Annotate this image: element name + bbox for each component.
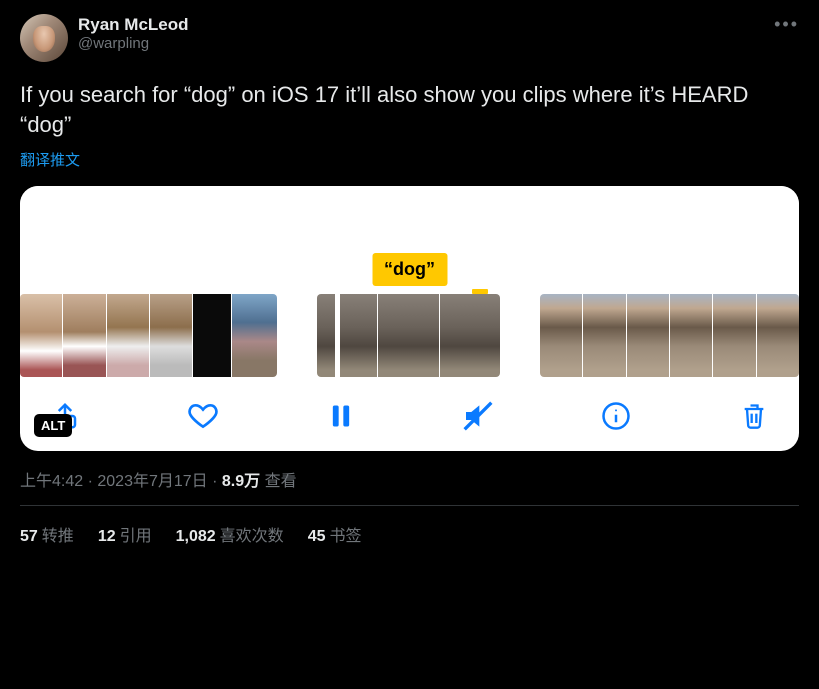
heart-icon[interactable] xyxy=(186,399,220,433)
likes-stat[interactable]: 1,082喜欢次数 xyxy=(176,522,284,546)
tweet-text: If you search for “dog” on iOS 17 it’ll … xyxy=(20,80,799,139)
clip-group[interactable] xyxy=(317,294,500,377)
bookmarks-stat[interactable]: 45书签 xyxy=(308,522,362,546)
pause-icon[interactable] xyxy=(324,399,358,433)
translate-link[interactable]: 翻译推文 xyxy=(20,149,80,170)
search-term-pill: “dog” xyxy=(372,253,447,286)
quotes-stat[interactable]: 12引用 xyxy=(98,522,152,546)
clip-frame xyxy=(193,294,231,377)
clip-frame xyxy=(107,294,149,377)
media-controls xyxy=(20,389,799,437)
clip-frame xyxy=(627,294,669,377)
clip-frame xyxy=(713,294,755,377)
clip-frame xyxy=(63,294,105,377)
clip-group[interactable] xyxy=(540,294,799,377)
tweet-meta: 上午4:42 · 2023年7月17日 · 8.9万 查看 xyxy=(20,467,799,491)
clip-frame xyxy=(378,294,438,377)
media-card[interactable]: “dog” xyxy=(20,186,799,451)
retweets-stat[interactable]: 57转推 xyxy=(20,522,74,546)
tweet-date[interactable]: 2023年7月17日 xyxy=(97,473,207,490)
clip-frame xyxy=(317,294,377,377)
clip-frame xyxy=(540,294,582,377)
display-name: Ryan McLeod xyxy=(78,14,189,35)
handle: @warpling xyxy=(78,35,189,54)
clip-frame xyxy=(232,294,277,377)
media-top-area: “dog” xyxy=(20,186,799,294)
clip-frame xyxy=(440,294,500,377)
avatar[interactable] xyxy=(20,14,68,62)
tweet-time[interactable]: 上午4:42 xyxy=(20,473,83,490)
video-timeline[interactable] xyxy=(20,294,799,389)
tweet: Ryan McLeod @warpling ••• If you search … xyxy=(0,0,819,546)
mute-icon[interactable] xyxy=(461,399,495,433)
views-count: 8.9万 xyxy=(222,473,260,490)
clip-frame xyxy=(670,294,712,377)
clip-group[interactable] xyxy=(20,294,277,377)
info-icon[interactable] xyxy=(599,399,633,433)
playhead[interactable] xyxy=(335,294,340,377)
clip-frame xyxy=(757,294,799,377)
alt-badge[interactable]: ALT xyxy=(34,414,72,437)
clip-frame xyxy=(583,294,625,377)
views-label: 查看 xyxy=(260,473,296,490)
clip-frame xyxy=(150,294,192,377)
tweet-header: Ryan McLeod @warpling ••• xyxy=(20,14,799,62)
more-icon[interactable]: ••• xyxy=(774,14,799,35)
trash-icon[interactable] xyxy=(737,399,771,433)
author-names[interactable]: Ryan McLeod @warpling xyxy=(78,14,189,54)
stats-row: 57转推 12引用 1,082喜欢次数 45书签 xyxy=(20,506,799,546)
clip-frame xyxy=(20,294,62,377)
